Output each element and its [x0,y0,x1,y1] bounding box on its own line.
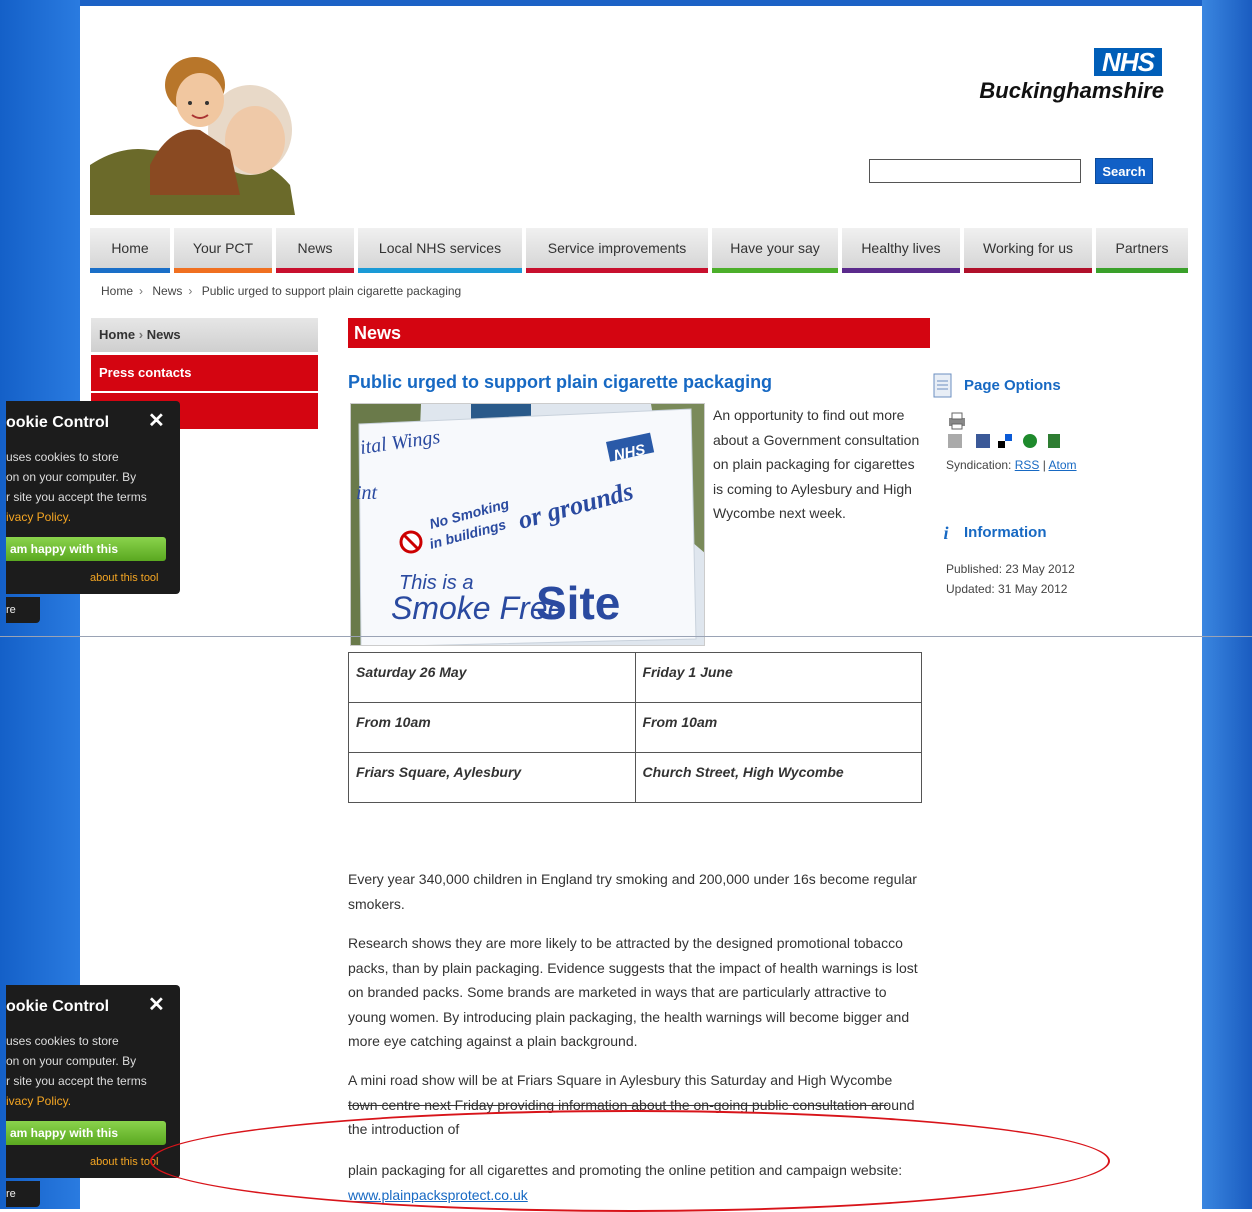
print-icon[interactable] [946,412,968,430]
atom-link[interactable]: Atom [1049,458,1077,472]
cookie-about-link[interactable]: about this tool [90,1155,159,1169]
information-icon: i [943,523,949,543]
smoke-free-sign-image: ital Wings int NHS No Smoking in buildin… [351,404,704,645]
body-paragraph: Every year 340,000 children in England t… [348,871,917,912]
social-icons [948,434,1060,448]
cookie-accept-button[interactable]: am happy with this [6,1121,166,1145]
hero-image [90,55,300,215]
section-title: News [348,318,930,348]
nav-item-healthy-lives[interactable]: Healthy lives [842,228,960,273]
cookie-text: uses cookies to store on on your compute… [6,447,171,527]
county-logo-text: Buckinghamshire [979,78,1164,103]
breadcrumb-home[interactable]: Home [101,284,133,298]
nhs-logo: NHS [1094,48,1162,76]
breadcrumb-separator: › [139,284,144,298]
table-cell: Church Street, High Wycombe [634,752,922,803]
window-divider [0,636,1252,637]
sidebar-breadcrumb: Home › News [91,318,318,352]
published-date: Published: 23 May 2012 [946,562,1075,576]
table-row: Saturday 26 May Friday 1 June [348,652,922,703]
search-button[interactable]: Search [1095,158,1153,184]
digg-icon[interactable] [948,434,962,448]
breadcrumb: Home › News › Public urged to support plai… [101,283,467,299]
syndication-separator: | [1039,458,1049,472]
syndication: Syndication: RSS | Atom [946,456,1077,474]
breadcrumb-separator: › [188,284,193,298]
cookie-line: uses cookies to store [6,450,119,464]
cookie-about-link[interactable]: about this tool [90,571,159,585]
table-row: From 10am From 10am [348,702,922,753]
cookie-line: uses cookies to store [6,1034,119,1048]
article-title: Public urged to support plain cigarette … [348,372,773,392]
article-image: ital Wings int NHS No Smoking in buildin… [350,403,705,646]
sidebar-item-press-contacts[interactable]: Press contacts [91,355,318,391]
cookie-line: on on your computer. By [6,470,137,484]
cookie-line: r site you accept the terms [6,1074,147,1088]
table-cell: Saturday 26 May [348,652,636,703]
nav-item-partners[interactable]: Partners [1096,228,1188,273]
nav-item-home[interactable]: Home [90,228,170,273]
sign-text-nt: int [356,482,378,504]
syndication-label: Syndication: [946,458,1015,472]
table-cell: From 10am [348,702,636,753]
information-heading: Information [964,524,1047,541]
breadcrumb-current: Public urged to support plain cigarette … [201,284,462,298]
nav-item-working-for-us[interactable]: Working for us [964,228,1092,273]
window-top-strip [0,0,1252,6]
table-row: Friars Square, Aylesbury Church Street, … [348,752,922,803]
sign-text-site: Site [536,577,620,629]
stumbleupon-icon[interactable] [1023,434,1037,448]
article-intro: An opportunity to find out more about a … [713,407,920,521]
strikethrough-mark [348,1105,888,1106]
background-right [1202,0,1252,1209]
table-cell: Friars Square, Aylesbury [348,752,636,803]
close-icon[interactable]: ✕ [148,411,165,431]
cookie-line: r site you accept the terms [6,490,147,504]
delicious-icon[interactable] [998,441,1005,448]
privacy-policy-link[interactable]: ivacy Policy. [6,507,171,527]
nav-item-have-your-say[interactable]: Have your say [712,228,838,273]
page-options-heading: Page Options [964,377,1061,394]
events-table: Saturday 26 May Friday 1 June From 10am … [348,652,922,803]
sidebar-crumb-separator: › [138,327,147,342]
breadcrumb-news[interactable]: News [152,284,182,298]
cookie-control-panel: ookie Control ✕ uses cookies to store on… [6,401,180,594]
cookie-more-tab[interactable]: re [6,597,40,623]
body-paragraph: Research shows they are more likely to b… [348,935,918,1050]
sidebar-crumb-home[interactable]: Home [99,327,135,342]
nav-item-news[interactable]: News [276,228,354,273]
cookie-title: ookie Control [6,414,110,431]
sidebar-crumb-news[interactable]: News [147,327,181,342]
highlight-ellipse-annotation [150,1110,1110,1212]
cookie-more-tab[interactable]: re [6,1181,40,1207]
table-cell: Friday 1 June [634,652,922,703]
rss-link[interactable]: RSS [1015,458,1040,472]
share-icon[interactable] [1048,434,1060,448]
updated-date: Updated: 31 May 2012 [946,582,1068,596]
table-cell: From 10am [634,702,922,753]
cookie-control-panel: ookie Control ✕ uses cookies to store on… [6,985,180,1178]
cookie-line: on on your computer. By [6,1054,137,1068]
cookie-text: uses cookies to store on on your compute… [6,1031,171,1111]
close-icon[interactable]: ✕ [148,995,165,1015]
search-input[interactable] [869,159,1081,183]
cookie-accept-button[interactable]: am happy with this [6,537,166,561]
nav-item-service-improvements[interactable]: Service improvements [526,228,708,273]
privacy-policy-link[interactable]: ivacy Policy. [6,1091,171,1111]
cookie-title: ookie Control [6,998,110,1015]
nav-item-local-nhs-services[interactable]: Local NHS services [358,228,522,273]
facebook-icon[interactable] [976,434,990,448]
nav-item-your-pct[interactable]: Your PCT [174,228,272,273]
page-options-icon [933,373,952,398]
